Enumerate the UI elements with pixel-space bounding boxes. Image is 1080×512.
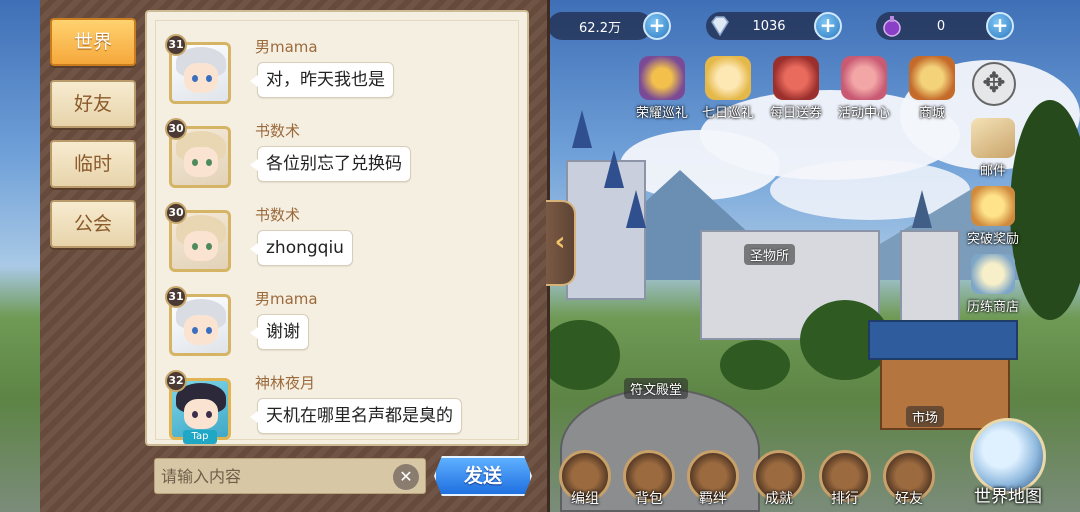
- feature-label: 商城: [918, 106, 945, 121]
- chat-message: 30 书数术 zhongqiu: [165, 202, 527, 284]
- menu-label: 羁绊: [699, 491, 727, 507]
- event-center-icon: [841, 56, 887, 100]
- menu-ranking[interactable]: 排行: [816, 450, 874, 508]
- menu-label: 排行: [831, 491, 859, 507]
- breakthrough-reward-icon: [971, 186, 1015, 226]
- level-badge: 31: [165, 34, 187, 56]
- gold-amount: 62.2万: [579, 20, 621, 36]
- mail-icon: [971, 118, 1015, 158]
- place-rune-label: 符文殿堂: [630, 383, 683, 398]
- gold-counter: 62.2万: [548, 12, 652, 40]
- place-market[interactable]: 市场: [906, 406, 945, 427]
- menu-label: 背包: [635, 491, 663, 507]
- chat-message: 31 男mama 谢谢: [165, 286, 527, 368]
- menu-bag[interactable]: 背包: [620, 450, 678, 508]
- place-market-label: 市场: [912, 411, 939, 426]
- chat-message: 31 男mama 对，昨天我也是: [165, 34, 527, 116]
- level-badge: 30: [165, 202, 187, 224]
- tab-label: 好友: [73, 93, 112, 115]
- side-label: 突破奖励: [966, 232, 1019, 247]
- add-gold-button[interactable]: +: [643, 12, 671, 40]
- diamond-amount: 1036: [752, 18, 786, 34]
- chat-input-box: ✕: [154, 458, 426, 494]
- message-bubble: 对，昨天我也是: [250, 62, 394, 98]
- player-name[interactable]: 书数术: [255, 204, 300, 225]
- tap-badge: Tap: [183, 430, 217, 444]
- send-label: 发送: [463, 465, 502, 487]
- side-label: 邮件: [979, 164, 1006, 179]
- honor-tour-icon: [639, 56, 685, 100]
- menu-achievement[interactable]: 成就: [750, 450, 808, 508]
- move-cross-icon[interactable]: ✥: [972, 62, 1016, 106]
- player-name[interactable]: 男mama: [255, 36, 318, 57]
- training-shop-icon: [971, 254, 1015, 294]
- seven-day-icon: [705, 56, 751, 100]
- feature-daily-ticket[interactable]: 每日送券: [764, 56, 828, 121]
- message-list[interactable]: 31 男mama 对，昨天我也是 30 书数术 各位别忘了兑换码 30 书数术 …: [145, 10, 529, 446]
- menu-friends[interactable]: 好友: [880, 450, 938, 508]
- clear-icon[interactable]: ✕: [393, 464, 419, 490]
- tab-world[interactable]: 世界: [50, 18, 136, 66]
- shop-icon: [909, 56, 955, 100]
- feature-event-center[interactable]: 活动中心: [832, 56, 896, 121]
- place-relic[interactable]: 圣物所: [744, 244, 796, 265]
- feature-honor-tour[interactable]: 荣耀巡礼: [630, 56, 694, 121]
- place-rune[interactable]: 符文殿堂: [624, 378, 689, 399]
- feature-seven-day[interactable]: 七日巡礼: [696, 56, 760, 121]
- player-name[interactable]: 书数术: [255, 120, 300, 141]
- tab-friends[interactable]: 好友: [50, 80, 136, 128]
- chat-message: 32 Tap 神林夜月 天机在哪里名声都是臭的: [165, 370, 527, 444]
- player-name[interactable]: 神林夜月: [255, 372, 315, 393]
- feature-label: 每日送券: [769, 106, 822, 121]
- potion-icon: [883, 16, 901, 37]
- menu-team[interactable]: 编组: [556, 450, 614, 508]
- add-potion-button[interactable]: +: [986, 12, 1014, 40]
- level-badge: 30: [165, 118, 187, 140]
- world-map-button[interactable]: 世界地图: [946, 418, 1070, 507]
- message-bubble: 各位别忘了兑换码: [250, 146, 411, 182]
- chat-panel: 世界 好友 临时 公会 31 男mama 对，昨天我也是 30 书数术 各位别忘…: [40, 0, 550, 512]
- feature-label: 荣耀巡礼: [635, 106, 688, 121]
- chat-message: 30 书数术 各位别忘了兑换码: [165, 118, 527, 200]
- collapse-chat-button[interactable]: ‹: [546, 200, 576, 286]
- chat-input[interactable]: [161, 463, 391, 489]
- player-name[interactable]: 男mama: [255, 288, 318, 309]
- side-label: 历练商店: [966, 300, 1019, 315]
- potion-amount: 0: [936, 18, 946, 34]
- diamond-icon: [711, 16, 729, 37]
- daily-ticket-icon: [773, 56, 819, 100]
- side-breakthrough-reward[interactable]: 突破奖励: [958, 186, 1028, 247]
- menu-label: 成就: [765, 491, 793, 507]
- place-relic-label: 圣物所: [750, 249, 790, 264]
- tab-label: 公会: [73, 213, 112, 235]
- tab-guild[interactable]: 公会: [50, 200, 136, 248]
- side-training-shop[interactable]: 历练商店: [958, 254, 1028, 315]
- message-bubble: 天机在哪里名声都是臭的: [250, 398, 462, 434]
- add-diamond-button[interactable]: +: [814, 12, 842, 40]
- tab-label: 世界: [73, 31, 112, 53]
- feature-shop[interactable]: 商城: [900, 56, 964, 121]
- tab-label: 临时: [73, 153, 112, 175]
- side-mail[interactable]: 邮件: [958, 118, 1028, 179]
- level-badge: 31: [165, 286, 187, 308]
- world-map-label: 世界地图: [974, 487, 1042, 507]
- level-badge: 32: [165, 370, 187, 392]
- chevron-left-icon: ‹: [554, 227, 566, 257]
- message-bubble: 谢谢: [250, 314, 309, 350]
- send-button[interactable]: 发送: [434, 456, 532, 496]
- feature-label: 活动中心: [837, 106, 890, 121]
- tab-temporary[interactable]: 临时: [50, 140, 136, 188]
- menu-label: 编组: [571, 491, 599, 507]
- feature-label: 七日巡礼: [701, 106, 754, 121]
- menu-bond[interactable]: 羁绊: [684, 450, 742, 508]
- message-bubble: zhongqiu: [250, 230, 353, 266]
- menu-label: 好友: [895, 491, 923, 507]
